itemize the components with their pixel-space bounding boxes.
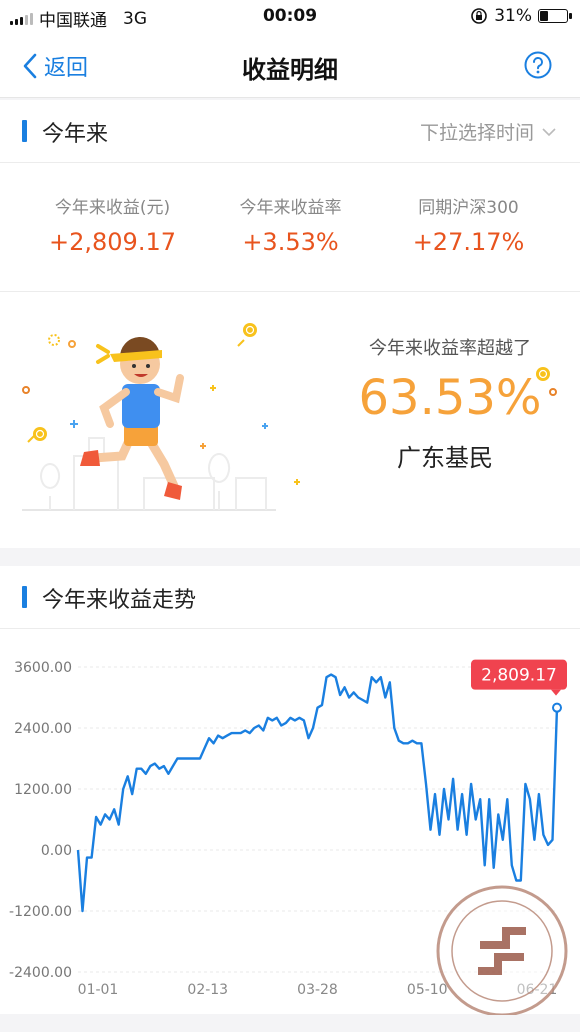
help-icon[interactable] [524, 51, 552, 79]
y-tick-label: -1200.00 [9, 904, 72, 920]
status-bar: 中国联通 3G 00:09 31% [0, 0, 580, 34]
stats-panel: 今年来收益(元) +2,809.17 今年来收益率 +3.53% 同期沪深300… [0, 162, 580, 292]
stat-ytd-profit: 今年来收益(元) +2,809.17 [16, 193, 209, 256]
y-tick-label: 0.00 [41, 843, 72, 859]
battery-percent: 31% [494, 6, 532, 26]
page-title: 收益明细 [242, 56, 338, 84]
stat-value: +27.17% [412, 228, 525, 256]
tooltip-value: 2,809.17 [481, 666, 557, 686]
period-header: 今年来 下拉选择时间 [0, 100, 580, 162]
rotation-lock-icon [471, 8, 488, 24]
x-tick-label: 01-01 [78, 982, 119, 998]
y-tick-label: 2400.00 [14, 721, 72, 737]
stat-benchmark: 同期沪深300 +27.17% [372, 193, 565, 256]
stat-caption: 今年来收益(元) [54, 198, 171, 218]
trend-header: 今年来收益走势 [0, 566, 580, 628]
period-picker[interactable]: 下拉选择时间 [420, 118, 556, 145]
stat-value: +2,809.17 [49, 228, 176, 256]
battery-icon [538, 9, 572, 23]
x-tick-label: 03-28 [297, 982, 338, 998]
tooltip-pointer [551, 689, 561, 696]
ranking-panel: 今年来收益率超越了 63.53% 广东基民 [0, 292, 580, 548]
ranking-region: 广东基民 [397, 444, 493, 472]
section-marker [22, 586, 27, 608]
stat-value: +3.53% [242, 228, 339, 256]
period-picker-label: 下拉选择时间 [419, 122, 534, 144]
watermark-seal [436, 885, 568, 1015]
end-point-marker[interactable] [552, 702, 562, 713]
stat-ytd-return: 今年来收益率 +3.53% [194, 193, 387, 256]
trend-chart[interactable]: 3600.00 2400.00 1200.00 0.00 -1200.00 -2400.0… [0, 628, 580, 1015]
y-tick-label: -2400.00 [9, 965, 72, 981]
nav-bar: 返回 收益明细 [0, 34, 580, 98]
y-tick-label: 1200.00 [14, 782, 72, 798]
x-tick-label: 02-13 [187, 982, 228, 998]
series-line [76, 673, 559, 913]
period-label: 今年来 [42, 122, 109, 147]
ranking-caption: 今年来收益率超越了 [369, 338, 531, 359]
trend-title: 今年来收益走势 [42, 588, 197, 613]
section-marker [22, 120, 27, 142]
stat-caption: 今年来收益率 [239, 198, 342, 218]
stat-caption: 同期沪深300 [418, 198, 519, 218]
coin-icon [536, 367, 557, 396]
runner-illustration [22, 323, 300, 511]
y-tick-label: 3600.00 [14, 660, 72, 676]
chevron-down-icon [542, 127, 556, 136]
